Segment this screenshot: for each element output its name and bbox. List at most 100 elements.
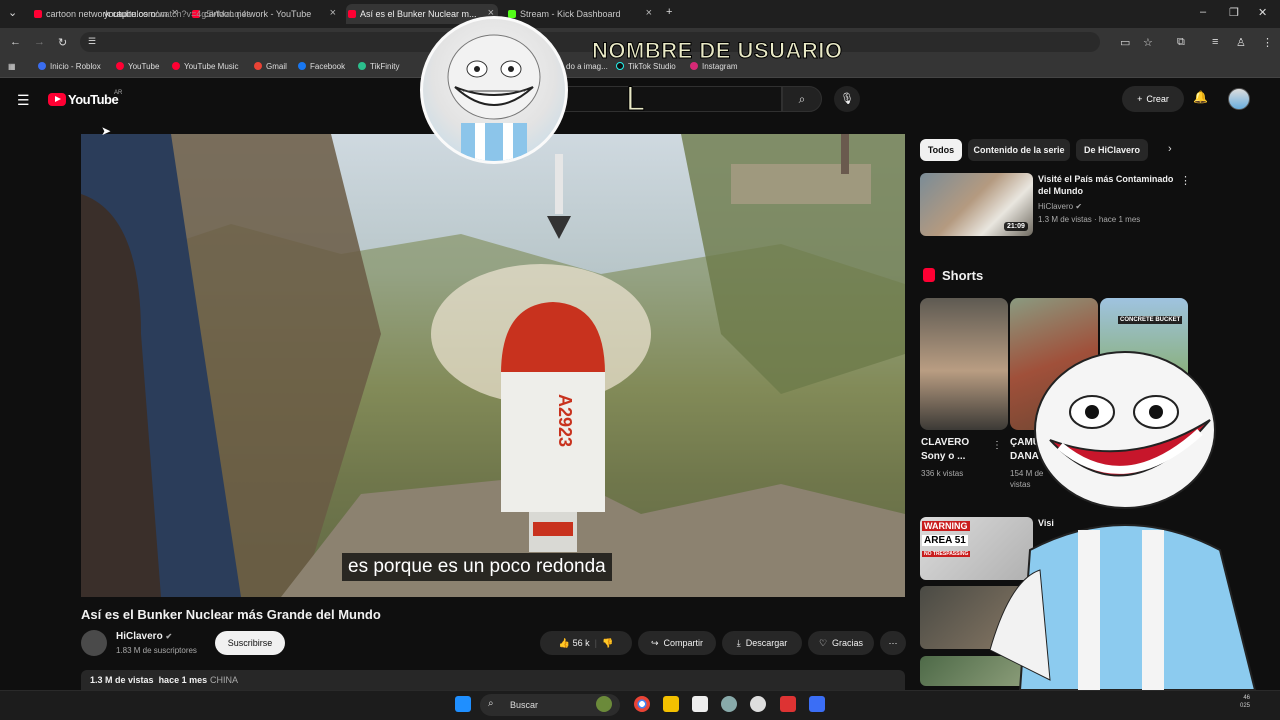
tab-title: Stream - Kick Dashboard xyxy=(520,9,621,19)
windows-start-icon[interactable] xyxy=(455,696,471,712)
bookmark-roblox[interactable]: Inicio - Roblox xyxy=(38,62,101,71)
channel-avatar[interactable] xyxy=(81,630,107,656)
chevron-right-icon[interactable]: › xyxy=(1168,143,1172,155)
thumbs-down-icon: 👎 xyxy=(601,637,614,648)
short-views: 336 k vistas xyxy=(921,469,964,478)
more-vertical-icon[interactable]: ⋮ xyxy=(1180,174,1191,187)
subscriber-count: 1.83 M de suscriptores xyxy=(116,646,197,655)
plus-icon: + xyxy=(1137,94,1143,104)
bookmark-facebook[interactable]: Facebook xyxy=(298,62,345,71)
share-button[interactable]: ↪ Compartir xyxy=(638,631,716,655)
more-actions-button[interactable]: ⋯ xyxy=(880,631,906,655)
video-player[interactable]: A2923 xyxy=(81,134,905,597)
bookmark-gmail[interactable]: Gmail xyxy=(254,62,287,71)
bookmark-star-icon[interactable]: ☆ xyxy=(1143,36,1153,49)
app-icon[interactable] xyxy=(750,696,766,712)
thumbs-up-icon: 👍 xyxy=(558,637,571,648)
chip-from-channel[interactable]: De HiClavero xyxy=(1076,139,1148,161)
streamer-avatar-overlay xyxy=(420,16,568,164)
verified-check-icon: ✔ xyxy=(1075,202,1083,211)
close-tab-icon[interactable]: × xyxy=(646,7,652,19)
short-title[interactable]: CLAVERO Sony o ... xyxy=(921,436,991,464)
extensions-icon[interactable]: ⧉ xyxy=(1177,36,1185,49)
rocket: A2923 xyxy=(501,302,605,552)
create-button[interactable]: + Crear xyxy=(1122,86,1184,112)
tab-search-icon[interactable]: ⌄ xyxy=(8,6,17,19)
video-subtitle: es porque es un poco redonda xyxy=(342,553,612,581)
hamburger-menu-icon[interactable]: ☰ xyxy=(17,92,30,109)
close-tab-icon[interactable]: × xyxy=(330,7,336,19)
recommended-channel[interactable]: HiClavero ✔ xyxy=(1038,202,1082,211)
profile-icon[interactable]: ♙ xyxy=(1236,36,1246,49)
like-button[interactable]: 👍 56 k xyxy=(559,638,590,649)
thanks-button[interactable]: ♡ Gracias xyxy=(808,631,874,655)
recommended-title[interactable]: Visité el País más Contaminado del Mundo xyxy=(1038,173,1178,197)
thumb-caption: AREA 51 xyxy=(922,535,968,546)
shorts-heading: Shorts xyxy=(942,268,984,283)
like-dislike-group: 👍 56 k | 👎 xyxy=(540,631,632,655)
download-button[interactable]: ⤓ Descargar xyxy=(722,631,802,655)
youtube-logo-icon[interactable] xyxy=(48,93,66,106)
recommended-meta: 1.3 M de vistas · hace 1 mes xyxy=(1038,215,1141,224)
search-button[interactable]: ⌕ xyxy=(782,86,822,112)
duration-badge: 21:09 xyxy=(1004,222,1028,231)
app-icon-3[interactable] xyxy=(809,696,825,712)
youtube-favicon-icon xyxy=(348,10,356,18)
search-icon: ⌕ xyxy=(798,92,806,106)
stream-username-overlay: NOMBRE DE USUARIO xyxy=(592,38,843,64)
minimize-icon[interactable]: – xyxy=(1200,6,1206,18)
site-info-icon[interactable]: ☰ xyxy=(88,36,96,47)
roblox-icon[interactable] xyxy=(692,696,708,712)
menu-kebab-icon[interactable]: ⋮ xyxy=(1262,36,1273,49)
subscribe-button[interactable]: Suscribirse xyxy=(215,631,285,655)
video-frame: A2923 xyxy=(81,134,905,597)
app-icon-2[interactable] xyxy=(780,696,796,712)
maximize-icon[interactable]: ❐ xyxy=(1229,6,1239,19)
youtube-favicon-icon xyxy=(34,10,42,18)
bookmark-youtube-music[interactable]: YouTube Music xyxy=(172,62,239,71)
omnibox[interactable] xyxy=(80,32,1100,52)
chip-all[interactable]: Todos xyxy=(920,139,962,161)
shorts-icon xyxy=(923,268,935,282)
widget-icon[interactable] xyxy=(596,696,612,712)
more-dots-icon: ⋯ xyxy=(888,637,898,648)
new-tab-icon[interactable]: + xyxy=(666,6,672,18)
download-icon: ⤓ xyxy=(736,637,741,648)
close-window-icon[interactable]: ✕ xyxy=(1258,6,1267,19)
settings-gear-icon[interactable] xyxy=(721,696,737,712)
forward-icon[interactable]: → xyxy=(34,36,45,48)
channel-name[interactable]: HiClavero ✔ xyxy=(116,631,172,642)
svg-text:A2923: A2923 xyxy=(555,394,575,447)
stream-letter-overlay: L xyxy=(626,80,646,119)
chrome-icon[interactable] xyxy=(634,696,650,712)
url-text[interactable]: youtube.com/watch?v=4g5VMzLqi4s xyxy=(104,9,251,19)
system-clock[interactable]: 46 025 xyxy=(1240,694,1250,710)
short-thumb-caption: CONCRETE BUCKET xyxy=(1118,316,1183,324)
reading-list-icon[interactable]: ≡ xyxy=(1212,36,1218,48)
missile-small xyxy=(547,154,571,239)
share-icon: ↪ xyxy=(650,637,659,648)
account-avatar[interactable] xyxy=(1228,88,1250,110)
reload-icon[interactable]: ↻ xyxy=(58,36,67,49)
thumb-caption: NO TRESPASSING xyxy=(922,551,971,557)
browser-tab-4[interactable]: Stream - Kick Dashboard × xyxy=(506,4,656,24)
search-icon: ⌕ xyxy=(488,698,494,709)
thanks-icon: ♡ xyxy=(818,637,828,648)
apps-grid-icon[interactable]: ▦ xyxy=(8,62,16,71)
mouse-cursor-icon: ➤ xyxy=(101,124,112,138)
notifications-bell-icon[interactable]: 🔔 xyxy=(1193,90,1208,104)
file-explorer-icon[interactable] xyxy=(663,696,679,712)
youtube-logo-text[interactable]: YouTube xyxy=(68,92,119,107)
microphone-icon: 🎙 xyxy=(840,93,854,105)
dislike-button[interactable]: 👎 xyxy=(602,638,613,649)
back-icon[interactable]: ← xyxy=(10,36,21,48)
bookmark-youtube[interactable]: YouTube xyxy=(116,62,159,71)
video-tag[interactable]: CHINA xyxy=(210,675,238,685)
cast-icon[interactable]: ▭ xyxy=(1120,36,1130,49)
tab-title: Así es el Bunker Nuclear m... xyxy=(360,9,477,19)
voice-search-button[interactable]: 🎙 xyxy=(834,86,860,112)
mascot-character-overlay xyxy=(990,351,1257,690)
bookmark-tikfinity[interactable]: TikFinity xyxy=(358,62,399,71)
chip-series[interactable]: Contenido de la serie xyxy=(968,139,1070,161)
region-code: AR xyxy=(114,90,123,96)
